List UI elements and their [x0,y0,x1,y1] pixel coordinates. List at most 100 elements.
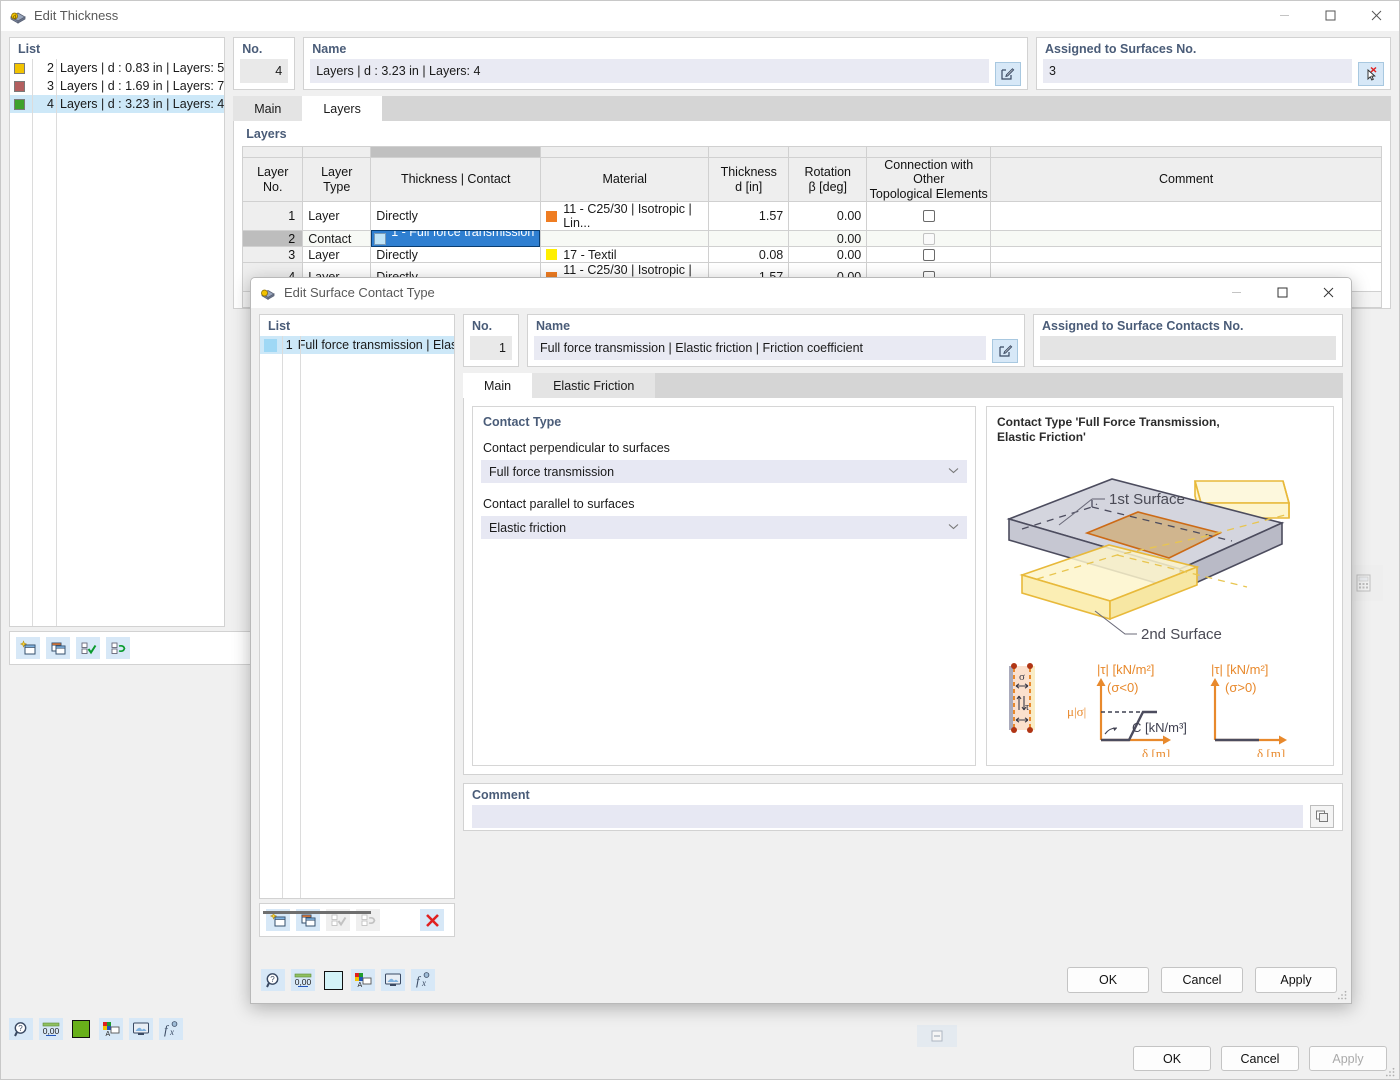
tab-layers[interactable]: Layers [302,96,382,121]
contact-type-group-title: Contact Type [483,415,562,429]
cell-connection[interactable] [866,246,992,264]
ok-button[interactable]: OK [1133,1046,1211,1071]
perpendicular-select[interactable]: Full force transmission [481,460,967,483]
cell-comment[interactable] [990,201,1382,232]
cancel-button[interactable]: Cancel [1161,967,1243,993]
resize-grip[interactable] [1385,1066,1395,1077]
outer-name-label: Name [312,42,347,56]
table-row[interactable]: 3 Layer Directly 17 - Textil 0.08 0.00 [242,246,1382,264]
contact-color-swatch [374,232,387,245]
number-format-icon[interactable]: 0,00 [39,1018,63,1040]
color-swatch-icon[interactable] [321,969,345,991]
copy-window-icon[interactable] [46,637,70,659]
color-label-icon[interactable]: A [99,1018,123,1040]
tab-main[interactable]: Main [463,373,533,398]
connection-checkbox[interactable] [922,232,935,245]
inner-assigned-input[interactable] [1040,336,1336,360]
cell-connection[interactable] [866,201,992,232]
comment-input[interactable] [472,805,1303,828]
list-item[interactable]: 3 Layers | d : 1.69 in | Layers: 7 [10,77,224,95]
cell-connection[interactable] [866,230,992,248]
select-cursor-icon[interactable] [1357,62,1384,86]
color-swatch-icon[interactable] [69,1018,93,1040]
tab-elastic-friction[interactable]: Elastic Friction [532,373,656,398]
chart-right-yaxis-label: |τ| [kN/m²] [1211,662,1268,677]
red-x-icon[interactable] [420,909,444,931]
cell-layer-no: 3 [242,246,304,264]
close-button[interactable] [1353,1,1399,31]
cell-comment[interactable] [990,230,1382,248]
minimize-button[interactable] [1261,1,1307,31]
function-icon[interactable]: f x [411,969,435,991]
list-item-label: Layers | d : 1.69 in | Layers: 7 [60,79,225,93]
cell-rotation[interactable]: 0.00 [788,246,868,264]
inner-tab-content: Contact Type Contact perpendicular to su… [463,398,1343,775]
copy-pages-icon[interactable] [1310,805,1334,828]
col-connection[interactable]: Connection with Other Topological Elemen… [866,156,992,203]
list-item[interactable]: 2 Layers | d : 0.83 in | Layers: 5 [10,59,224,77]
cell-layer-type[interactable]: Contact [302,230,372,248]
monitor-icon[interactable] [381,969,405,991]
monitor-icon[interactable] [129,1018,153,1040]
outer-window-controls [1261,1,1399,31]
list-item-label: Full force transmission | Elastic [297,338,454,352]
col-material[interactable]: Material [540,156,710,203]
pencil-box-icon[interactable] [994,62,1021,86]
resize-grip[interactable] [1337,989,1347,1000]
cell-thickness[interactable] [708,230,790,248]
magnifier-question-icon[interactable]: ? [261,969,285,991]
checklist-check-icon[interactable] [76,637,100,659]
col-thickness-contact[interactable]: Thickness | Contact [370,156,542,203]
tab-main[interactable]: Main [233,96,303,121]
outer-list-label: List [18,42,41,56]
list-item-label: Layers | d : 3.23 in | Layers: 4 [60,97,225,111]
function-icon[interactable]: f x [159,1018,183,1040]
outer-name-input[interactable]: Layers | d : 3.23 in | Layers: 4 [310,59,989,83]
apply-button[interactable]: Apply [1255,967,1337,993]
inner-no-label: No. [472,319,493,333]
inner-name-input[interactable]: Full force transmission | Elastic fricti… [534,336,986,360]
magnifier-question-icon[interactable]: ? [9,1018,33,1040]
ok-button[interactable]: OK [1067,967,1149,993]
cell-thickness[interactable]: 1.57 [708,201,790,232]
inner-list-body[interactable]: 1 Full force transmission | Elastic [260,336,454,898]
surfaces-illustration: 1st Surface 2nd Surface σ τ |τ| [kN/m²] … [1006,478,1291,757]
inner-list-scroll-thumb[interactable] [263,911,371,914]
apply-button[interactable]: Apply [1309,1046,1387,1071]
cell-thickness[interactable]: 0.08 [708,246,790,264]
col-layer-no[interactable]: Layer No. [242,156,304,203]
new-window-star-icon[interactable] [16,637,40,659]
cancel-button[interactable]: Cancel [1221,1046,1299,1071]
minimize-button[interactable] [1213,278,1259,308]
pencil-box-icon[interactable] [992,339,1018,363]
connection-checkbox[interactable] [922,210,935,223]
cell-rotation[interactable]: 0.00 [788,230,868,248]
connection-checkbox[interactable] [922,248,935,261]
color-swatch [14,98,25,110]
list-item[interactable]: 1 Full force transmission | Elastic [260,336,454,354]
outer-assigned-input[interactable]: 3 [1042,59,1352,83]
outer-list-body[interactable]: 2 Layers | d : 0.83 in | Layers: 5 3 Lay… [10,59,225,626]
col-thickness[interactable]: Thickness d [in] [708,156,790,203]
cell-thickness-contact[interactable]: 1 - Full force transmission ... [370,225,542,253]
number-format-icon[interactable]: 0,00 [291,969,315,991]
cell-layer-type[interactable]: Layer [302,246,372,264]
checklist-swap-icon[interactable] [106,637,130,659]
maximize-button[interactable] [1259,278,1305,308]
col-layer-type[interactable]: Layer Type [302,156,372,203]
cell-material[interactable]: 17 - Textil [540,246,710,264]
cell-comment[interactable] [990,246,1382,264]
cell-layer-type[interactable]: Layer [302,201,372,232]
col-rotation[interactable]: Rotation β [deg] [788,156,868,203]
parallel-select[interactable]: Elastic friction [481,516,967,539]
col-comment[interactable]: Comment [990,156,1382,203]
contact-cell-editor[interactable]: 1 - Full force transmission ... [371,225,541,253]
table-row[interactable]: 2 Contact 1 - Full force transmission ..… [242,225,1382,253]
cell-rotation[interactable]: 0.00 [788,201,868,232]
maximize-button[interactable] [1307,1,1353,31]
close-button[interactable] [1305,278,1351,308]
cell-material[interactable] [540,230,710,248]
color-label-icon[interactable]: A [351,969,375,991]
cell-material[interactable]: 11 - C25/30 | Isotropic | Lin... [540,201,710,232]
list-item[interactable]: 4 Layers | d : 3.23 in | Layers: 4 [10,95,225,113]
